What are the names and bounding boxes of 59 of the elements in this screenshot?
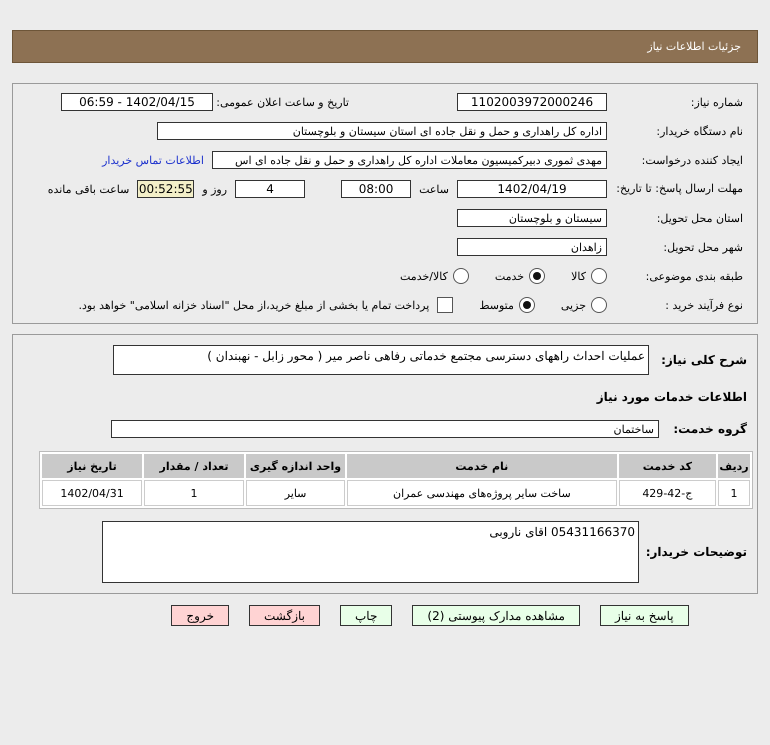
- field-label: نوع فرآیند خرید :: [664, 298, 743, 312]
- announce-date-field: 1402/04/15 - 06:59: [61, 93, 213, 111]
- page-title: جزئیات اطلاعات نیاز: [647, 40, 741, 53]
- radio-label: کالا: [571, 270, 586, 282]
- buyer-org-field: اداره کل راهداری و حمل و نقل جاده ای استان سیستان و بلوچستان: [157, 122, 607, 140]
- requester-field: مهدی ثموری دبیرکمیسیون معاملات اداره کل راهداری و حمل و نقل جاده ای اس: [212, 151, 607, 169]
- column-header: تاریخ نیاز: [42, 454, 142, 478]
- radio-label: جزیی: [560, 298, 586, 312]
- action-button[interactable]: خروج: [171, 605, 229, 626]
- action-button[interactable]: مشاهده مدارک پیوستی (2): [412, 605, 580, 626]
- radio-label: کالا/خدمت: [400, 270, 448, 282]
- radio-label: متوسط: [479, 298, 514, 312]
- action-button[interactable]: چاپ: [340, 605, 392, 626]
- field-label: روز و: [202, 182, 228, 196]
- table-cell: 1: [718, 480, 750, 506]
- section-title: اطلاعات خدمات مورد نیاز: [595, 390, 747, 404]
- field-label: شهر محل تحویل:: [662, 240, 743, 254]
- field-label: استان محل تحویل:: [656, 212, 743, 224]
- radio-label: خدمت: [494, 270, 524, 282]
- date-field: 1402/04/19: [457, 180, 607, 198]
- field-label: مهلت ارسال پاسخ: تا تاریخ:: [615, 182, 743, 196]
- radio-button[interactable]: [591, 268, 607, 284]
- days-field: 4: [235, 180, 306, 198]
- field-label: شرح کلی نیاز:: [660, 353, 747, 367]
- column-header: کد خدمت: [618, 454, 716, 478]
- radio-button[interactable]: [591, 297, 607, 313]
- description-field: عملیات احداث راههای دسترسی مجتمع خدماتی رفاهی ناصر میر ( محور زابل - نهبندان ): [113, 345, 649, 375]
- province-field: سیستان و بلوچستان: [457, 209, 607, 227]
- field-label: توضیحات خریدار:: [647, 545, 747, 559]
- city-field: زاهدان: [457, 238, 607, 256]
- field-label: ساعت: [419, 182, 449, 196]
- field-label: شماره نیاز:: [690, 96, 743, 108]
- contact-link[interactable]: اطلاعات تماس خریدار: [102, 154, 204, 166]
- radio-button[interactable]: [529, 268, 546, 284]
- radio-button[interactable]: [452, 268, 469, 284]
- field-label: طبقه بندی موضوعی:: [644, 270, 743, 282]
- table-cell: ج-42-429: [618, 480, 716, 506]
- column-header: ردیف: [718, 454, 750, 478]
- action-button[interactable]: بازگشت: [249, 605, 320, 626]
- action-button[interactable]: پاسخ به نیاز: [600, 605, 689, 626]
- table-cell: ساخت سایر پروژه‌های مهندسی عمران: [347, 480, 617, 506]
- table-cell: 1402/04/31: [42, 480, 142, 506]
- field-label: ساعت باقی مانده: [48, 182, 130, 196]
- table-cell: 1: [144, 480, 244, 506]
- field-label: نام دستگاه خریدار:: [655, 124, 743, 138]
- time-field: 08:00: [341, 180, 412, 198]
- checkbox-label: پرداخت تمام یا بخشی از مبلغ خرید،از محل "اسناد خزانه اسلامی" خواهد بود.: [78, 298, 430, 312]
- column-header: واحد اندازه گیری: [246, 454, 346, 478]
- remaining-time-field: 00:52:55: [137, 180, 194, 198]
- column-header: تعداد / مقدار: [144, 454, 244, 478]
- field-label: گروه خدمت:: [672, 422, 747, 436]
- buyer-notes-field: 05431166370 اقای ناروبی: [102, 521, 639, 583]
- column-header: نام خدمت: [347, 454, 617, 478]
- field-label: ایجاد کننده درخواست:: [640, 154, 743, 166]
- checkbox[interactable]: [437, 297, 454, 313]
- table-cell: سایر: [246, 480, 346, 506]
- need-number-field: 1102003972000246: [457, 93, 607, 111]
- radio-button[interactable]: [518, 297, 535, 313]
- service-group-field: ساختمان: [111, 420, 659, 438]
